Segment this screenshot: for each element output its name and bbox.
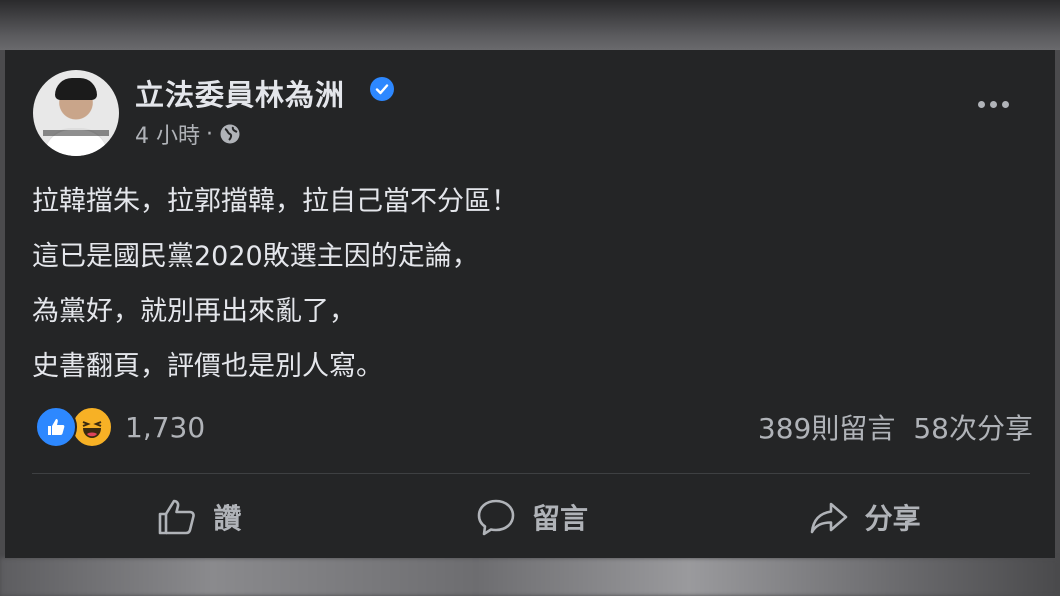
like-button[interactable]: 讚 xyxy=(32,486,365,548)
meta-separator: · xyxy=(206,121,213,147)
share-label: 分享 xyxy=(864,502,921,535)
more-dot xyxy=(977,100,985,108)
action-bar: 讚 留言 分享 xyxy=(32,486,1030,548)
haha-reaction-icon xyxy=(71,406,113,448)
engagement-stats: 389則留言 58次分享 xyxy=(758,407,1033,447)
avatar-hair xyxy=(55,78,97,100)
comment-count[interactable]: 389則留言 xyxy=(758,407,895,447)
reaction-count: 1,730 xyxy=(125,410,206,444)
post-time[interactable]: 4 小時 xyxy=(135,118,200,150)
verified-badge-icon xyxy=(370,77,394,101)
background-top xyxy=(0,0,1060,50)
comment-icon xyxy=(477,499,515,536)
post-line: 拉韓擋朱，拉郭擋韓，拉自己當不分區！ xyxy=(32,186,518,217)
share-arrow-icon xyxy=(810,502,847,534)
thumbs-up-icon xyxy=(159,499,196,535)
avatar-caption-band xyxy=(43,130,109,136)
author-avatar[interactable] xyxy=(33,70,119,156)
post-meta: 4 小時 · xyxy=(135,118,241,150)
comment-button[interactable]: 留言 xyxy=(365,486,698,548)
post-text: 拉韓擋朱，拉郭擋韓，拉自己當不分區！ 這已是國民黨2020敗選主因的定論， 為黨… xyxy=(32,174,1022,394)
more-options-icon[interactable] xyxy=(973,94,1013,114)
more-dot xyxy=(989,100,997,108)
globe-icon xyxy=(219,123,241,145)
author-name[interactable]: 立法委員林為洲 xyxy=(135,72,345,114)
background-bottom xyxy=(0,558,1060,596)
more-dot xyxy=(1001,100,1009,108)
share-button[interactable]: 分享 xyxy=(697,486,1030,548)
post-line: 這已是國民黨2020敗選主因的定論， xyxy=(32,241,479,272)
post-line: 為黨好，就別再出來亂了， xyxy=(32,296,356,327)
post-card: 立法委員林為洲 4 小時 · 拉韓擋朱，拉郭擋韓，拉自己當不分區！ 這已是國民黨… xyxy=(5,50,1055,558)
comment-label: 留言 xyxy=(532,502,589,535)
action-divider xyxy=(32,473,1030,474)
reactions-summary[interactable]: 1,730 xyxy=(35,406,206,448)
post-line: 史書翻頁，評價也是別人寫。 xyxy=(32,351,383,382)
like-label: 讚 xyxy=(213,502,242,535)
like-reaction-icon xyxy=(35,406,77,448)
share-count[interactable]: 58次分享 xyxy=(913,407,1033,447)
